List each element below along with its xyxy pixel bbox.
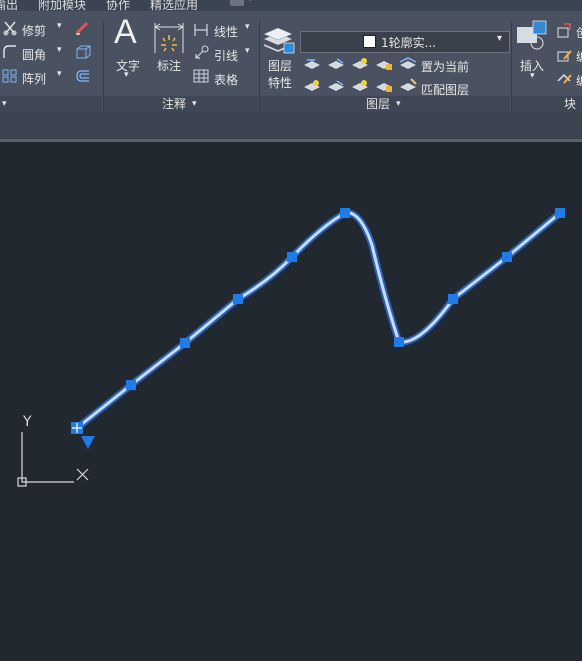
grip-point[interactable] — [126, 380, 136, 390]
current-layer-name: 1轮廓实... — [381, 36, 437, 50]
layer-tool-icon[interactable] — [351, 79, 369, 93]
block-panel-label: 块 — [564, 97, 577, 111]
linear-dimension-icon — [194, 24, 208, 36]
drawing-canvas[interactable]: Y — [0, 142, 582, 661]
layer-properties-label-1[interactable]: 图层 — [268, 57, 292, 74]
insert-block-icon — [517, 20, 547, 50]
layer-properties-icon — [263, 27, 295, 54]
trim-icon — [3, 21, 17, 36]
layer-tool-icon[interactable] — [327, 57, 345, 71]
erase-icon[interactable] — [74, 20, 92, 36]
set-current-icon — [399, 57, 417, 69]
text-icon: A — [114, 13, 137, 51]
annotation-panel-title[interactable]: 注释 ▾ — [104, 96, 258, 112]
fillet-button[interactable]: 圆角 — [22, 46, 46, 63]
match-layer-icon — [400, 78, 417, 91]
ribbon-toggle-icon[interactable] — [230, 0, 244, 6]
layer-lock-icon[interactable] — [375, 57, 393, 71]
edit-attributes-icon — [557, 73, 572, 84]
polyline-highlight — [75, 211, 562, 430]
menu-bar: 输出 附加模块 协作 精选应用 ▾ — [0, 0, 582, 11]
grip-point[interactable] — [394, 337, 404, 347]
chevron-down-icon: ▾ — [2, 99, 7, 109]
table-icon — [193, 69, 209, 83]
array-button[interactable]: 阵列 — [22, 70, 46, 87]
trim-dropdown-icon[interactable]: ▾ — [57, 21, 62, 31]
ucs-icon — [17, 432, 89, 487]
model-space[interactable] — [0, 142, 582, 661]
grip-point[interactable] — [448, 294, 458, 304]
layer-properties-label-2[interactable]: 特性 — [268, 74, 292, 91]
menu-item-featured-apps[interactable]: 精选应用 — [150, 0, 198, 11]
dimension-icon — [154, 23, 184, 53]
layer-color-swatch — [363, 35, 376, 48]
grip-point[interactable] — [287, 252, 297, 262]
create-block-icon — [557, 23, 571, 38]
modify-panel-title[interactable]: ▾ — [0, 96, 102, 112]
layer-tool-icon[interactable] — [303, 79, 321, 93]
grip-point[interactable] — [555, 208, 565, 218]
layer-tool-icon[interactable] — [351, 57, 369, 71]
chevron-down-icon[interactable]: ▾ — [530, 71, 535, 81]
grip-point[interactable] — [233, 294, 243, 304]
fillet-icon — [3, 45, 16, 58]
grip-point[interactable] — [502, 252, 512, 262]
ucs-y-label: Y — [23, 414, 32, 430]
selected-polyline[interactable] — [73, 209, 564, 432]
annotation-panel-label: 注释 — [162, 97, 187, 111]
grip-point[interactable] — [180, 338, 190, 348]
array-dropdown-icon[interactable]: ▾ — [57, 69, 62, 79]
edit-block-button[interactable]: 编 — [576, 48, 582, 65]
leader-icon — [195, 45, 209, 59]
layer-tool-icon[interactable] — [327, 79, 345, 93]
leader-button[interactable]: 引线 — [214, 47, 238, 64]
chevron-down-icon: ▾ — [396, 99, 401, 109]
set-current-button[interactable]: 置为当前 — [421, 58, 469, 75]
chevron-down-icon[interactable]: ▾ — [248, 0, 253, 4]
chevron-down-icon: ▾ — [497, 33, 503, 44]
layers-panel-title[interactable]: 图层 ▾ — [260, 96, 510, 112]
trim-button[interactable]: 修剪 — [22, 22, 46, 39]
fillet-dropdown-icon[interactable]: ▾ — [57, 45, 62, 55]
offset-icon[interactable] — [74, 68, 92, 84]
edit-attributes-button[interactable]: 编 — [576, 72, 582, 89]
block-panel-title[interactable]: 块 — [512, 96, 582, 112]
table-button[interactable]: 表格 — [214, 71, 238, 88]
layer-dropdown[interactable]: 1轮廓实... ▾ — [300, 31, 510, 53]
linear-button[interactable]: 线性 — [214, 23, 238, 40]
file-tab-strip — [0, 112, 582, 140]
chevron-down-icon[interactable]: ▾ — [124, 70, 129, 80]
create-block-button[interactable]: 创 — [576, 24, 582, 41]
menu-item-output[interactable]: 输出 — [0, 0, 18, 11]
direction-grip-icon[interactable] — [81, 436, 95, 449]
grip-point[interactable] — [340, 208, 350, 218]
menu-item-collaborate[interactable]: 协作 — [106, 0, 130, 11]
menu-item-addons[interactable]: 附加模块 — [38, 0, 86, 11]
layers-panel-label: 图层 — [366, 97, 391, 111]
layer-tool-icon[interactable] — [303, 57, 321, 71]
layer-lock-icon[interactable] — [375, 79, 393, 93]
edit-block-icon — [557, 50, 572, 62]
3d-box-icon[interactable] — [74, 44, 92, 60]
chevron-down-icon[interactable]: ▾ — [245, 22, 250, 32]
chevron-down-icon: ▾ — [192, 99, 197, 109]
array-icon — [2, 69, 17, 83]
ribbon: 修剪 ▾ 圆角 ▾ 阵列 ▾ ▾ A 文字 ▾ 标注 线性 ▾ 引线 ▾ 表格 … — [0, 11, 582, 112]
chevron-down-icon[interactable]: ▾ — [245, 46, 250, 56]
dimension-button[interactable]: 标注 — [157, 57, 181, 74]
